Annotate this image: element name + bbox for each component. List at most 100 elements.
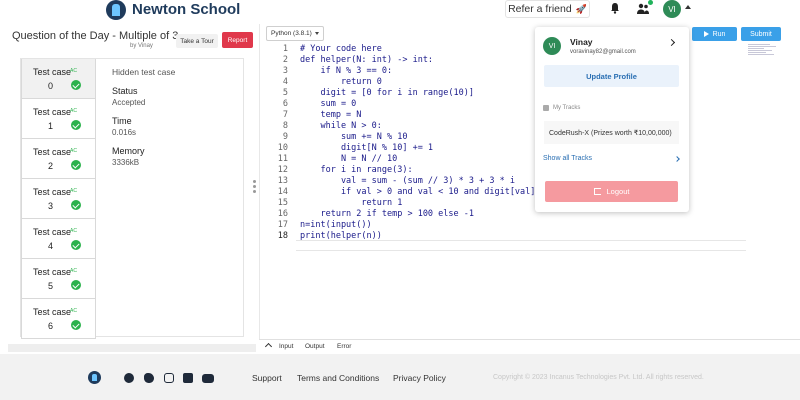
footer: Support Terms and Conditions Privacy Pol…: [0, 354, 800, 400]
code-text[interactable]: N = N // 10: [300, 154, 397, 165]
code-text[interactable]: digit[N % 10] += 1: [300, 143, 433, 154]
code-line[interactable]: 7 temp = N: [268, 110, 561, 121]
test-case-item[interactable]: Test case AC 4: [21, 219, 96, 259]
test-case-number: 5: [48, 281, 54, 291]
code-line[interactable]: 8 while N > 0:: [268, 121, 561, 132]
test-case-item[interactable]: Test case AC 3: [21, 179, 96, 219]
logout-button[interactable]: Logout: [545, 181, 678, 202]
code-line[interactable]: 11 N = N // 10: [268, 154, 561, 165]
code-line[interactable]: 15 return 1: [268, 198, 561, 209]
code-line[interactable]: 6 sum = 0: [268, 99, 561, 110]
left-scrollbar[interactable]: [8, 344, 256, 352]
tab-error[interactable]: Error: [337, 343, 351, 350]
code-line[interactable]: 5 digit = [0 for i in range(10)]: [268, 88, 561, 99]
check-icon: [71, 240, 81, 250]
code-text[interactable]: for i in range(3):: [300, 165, 412, 176]
logout-icon: [593, 188, 601, 195]
chevron-right-icon[interactable]: [667, 38, 676, 47]
line-number: 8: [282, 121, 288, 131]
code-text[interactable]: if N % 3 == 0:: [300, 66, 392, 77]
code-text[interactable]: print(helper(n)): [300, 231, 382, 242]
tab-input[interactable]: Input: [279, 343, 293, 350]
check-icon: [71, 280, 81, 290]
editor-minimap[interactable]: [748, 44, 778, 58]
code-line[interactable]: 17 n=int(input()): [268, 220, 561, 231]
code-line[interactable]: 2 def helper(N: int) -> int:: [268, 55, 561, 66]
code-text[interactable]: return 0: [300, 77, 382, 88]
code-line[interactable]: 14 if val > 0 and val < 10 and digit[val…: [268, 187, 561, 198]
profile-name[interactable]: Vinay: [570, 37, 593, 47]
footer-link-terms[interactable]: Terms and Conditions: [297, 373, 379, 383]
chevron-up-icon[interactable]: [264, 342, 273, 351]
test-case-label: Test case: [33, 307, 72, 317]
play-icon: [703, 31, 709, 37]
code-line[interactable]: 9 sum += N % 10: [268, 132, 561, 143]
youtube-icon[interactable]: [202, 374, 214, 383]
run-label: Run: [712, 30, 726, 38]
panel-splitter-handle[interactable]: [253, 180, 257, 196]
code-line[interactable]: 13 val = sum - (sum // 3) * 3 + 3 * i: [268, 176, 561, 187]
linkedin-icon[interactable]: [183, 373, 193, 383]
chevron-right-icon[interactable]: [674, 156, 680, 162]
test-case-item[interactable]: Test case AC 6: [21, 299, 96, 339]
facebook-icon[interactable]: [124, 373, 134, 383]
memory-label: Memory: [112, 146, 145, 156]
code-text[interactable]: return 1: [300, 198, 402, 209]
line-number: 3: [282, 66, 288, 76]
code-text[interactable]: # Your code here: [300, 44, 382, 55]
run-button[interactable]: Run: [692, 27, 737, 41]
code-text[interactable]: if val > 0 and val < 10 and digit[val] >…: [300, 187, 561, 198]
code-lines[interactable]: 1 # Your code here 2 def helper(N: int) -> …: [268, 44, 561, 242]
refer-friend-button[interactable]: Refer a friend 🚀: [505, 0, 590, 18]
code-text[interactable]: n=int(input()): [300, 220, 372, 231]
show-all-tracks-link[interactable]: Show all Tracks: [543, 155, 592, 162]
line-number: 13: [277, 176, 288, 186]
track-item[interactable]: CodeRush-X (Prizes worth ₹10,00,000): [544, 121, 679, 144]
check-icon: [71, 80, 81, 90]
test-case-item[interactable]: Test case AC 1: [21, 99, 96, 139]
footer-link-privacy[interactable]: Privacy Policy: [393, 373, 446, 383]
code-text[interactable]: while N > 0:: [300, 121, 381, 132]
twitter-icon[interactable]: [144, 373, 154, 383]
footer-link-support[interactable]: Support: [252, 373, 282, 383]
line-number: 10: [277, 143, 288, 153]
submit-button[interactable]: Submit: [741, 27, 781, 41]
code-line[interactable]: 3 if N % 3 == 0:: [268, 66, 561, 77]
brand-name[interactable]: Newton School: [132, 1, 240, 18]
newton-logo-icon[interactable]: [106, 0, 126, 20]
check-icon: [71, 320, 81, 330]
caret-up-icon[interactable]: [685, 5, 691, 9]
my-tracks-heading: My Tracks: [543, 105, 580, 111]
code-text[interactable]: return 2 if temp > 100 else -1: [300, 209, 474, 220]
dropdown-avatar: VI: [543, 37, 561, 55]
code-text[interactable]: def helper(N: int) -> int:: [300, 55, 433, 66]
code-line[interactable]: 1 # Your code here: [268, 44, 561, 55]
code-text[interactable]: temp = N: [300, 110, 361, 121]
code-line[interactable]: 10 digit[N % 10] += 1: [268, 143, 561, 154]
take-tour-button[interactable]: Take a Tour: [176, 34, 218, 48]
code-line[interactable]: 4 return 0: [268, 77, 561, 88]
avatar[interactable]: VI: [663, 0, 681, 18]
language-select[interactable]: Python (3.8.1): [266, 26, 324, 41]
code-text[interactable]: digit = [0 for i in range(10)]: [300, 88, 474, 99]
line-number: 9: [282, 132, 288, 142]
report-button[interactable]: Report: [222, 32, 253, 48]
test-case-item[interactable]: Test case AC 2: [21, 139, 96, 179]
check-icon: [71, 200, 81, 210]
code-text[interactable]: val = sum - (sum // 3) * 3 + 3 * i: [300, 176, 515, 187]
test-case-item[interactable]: Test case AC 0: [21, 59, 96, 99]
code-line[interactable]: 12 for i in range(3):: [268, 165, 561, 176]
tab-output[interactable]: Output: [305, 343, 325, 350]
code-line[interactable]: 16 return 2 if temp > 100 else -1: [268, 209, 561, 220]
line-number: 11: [277, 154, 288, 164]
newton-logo-icon[interactable]: [88, 371, 101, 384]
ac-badge: AC: [70, 148, 77, 154]
update-profile-button[interactable]: Update Profile: [544, 65, 679, 87]
instagram-icon[interactable]: [164, 373, 174, 383]
code-text[interactable]: sum = 0: [300, 99, 356, 110]
test-case-item[interactable]: Test case AC 5: [21, 259, 96, 299]
ac-badge: AC: [70, 68, 77, 74]
bell-icon[interactable]: [609, 2, 621, 14]
code-line[interactable]: 18 print(helper(n)): [268, 231, 561, 242]
code-text[interactable]: sum += N % 10: [300, 132, 408, 143]
